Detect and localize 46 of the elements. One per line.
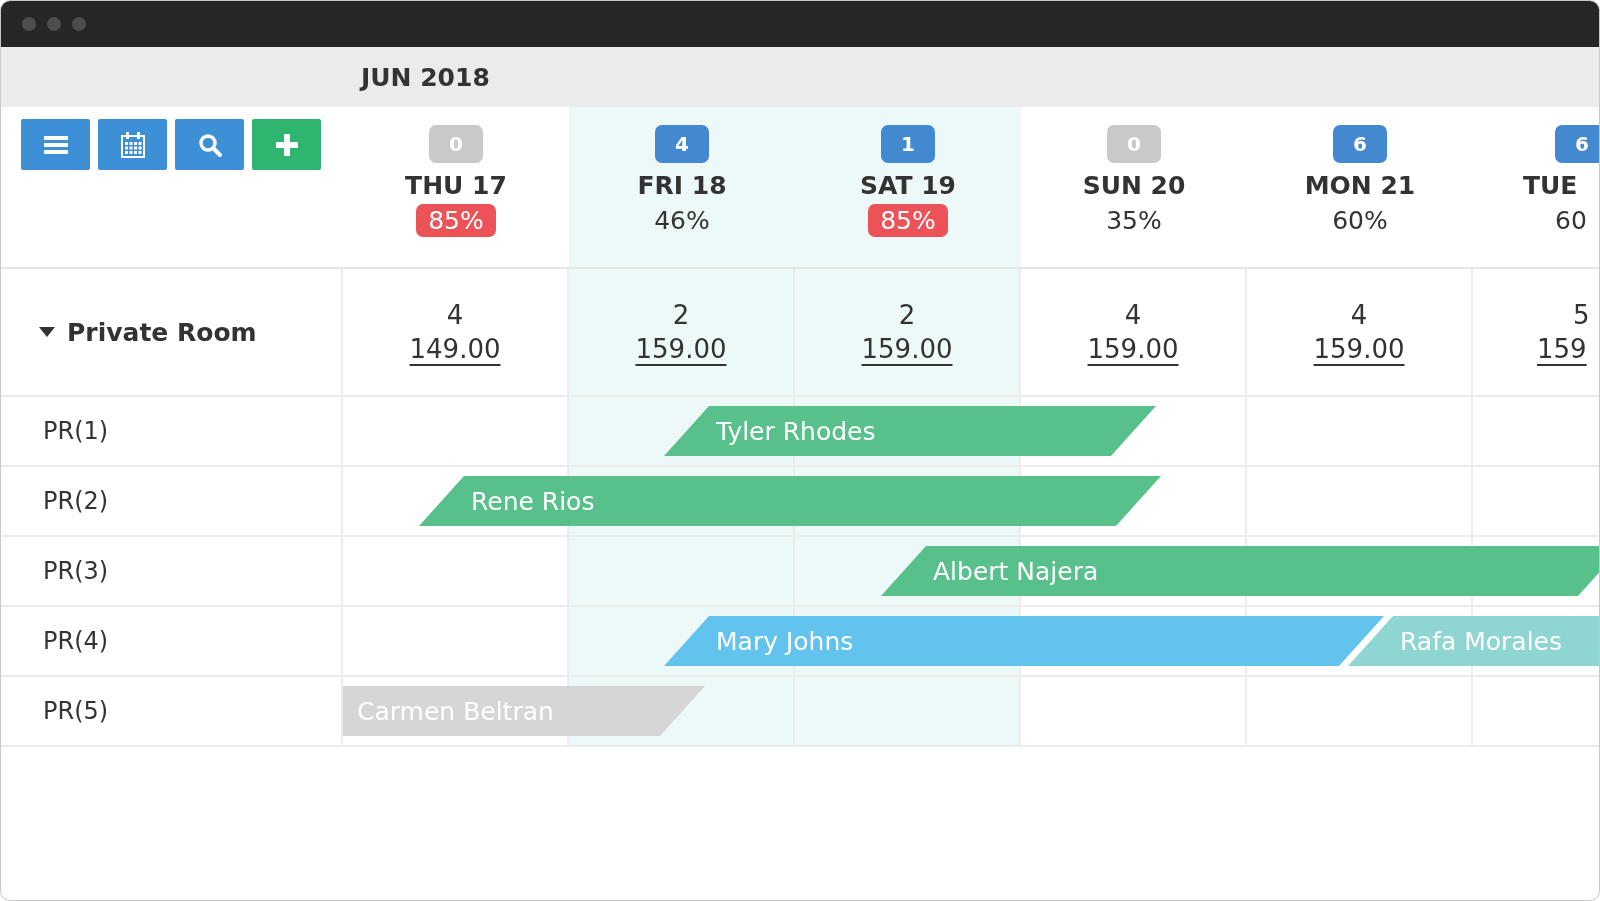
day-label: SUN 20 <box>1082 171 1186 200</box>
room-label: PR(2) <box>42 487 109 515</box>
day-label: TUE <box>1523 171 1578 200</box>
day-label: MON 21 <box>1304 171 1416 200</box>
occupancy-label: 35% <box>1105 205 1163 237</box>
add-button[interactable] <box>252 119 321 170</box>
occupancy-label: 60 <box>1554 205 1588 237</box>
day-label: THU 17 <box>405 171 507 200</box>
count-badge: 6 <box>1333 125 1387 163</box>
occupancy-label: 60% <box>1331 205 1389 237</box>
price-link[interactable]: 159 <box>1537 334 1587 364</box>
calendar-icon <box>120 131 145 158</box>
availability-count: 4 <box>1124 300 1142 330</box>
window-control-icon[interactable] <box>72 17 86 31</box>
count-badge: 6 <box>1555 125 1599 163</box>
room-label: PR(3) <box>42 557 109 585</box>
room-type-toggle[interactable]: Private Room <box>39 317 257 347</box>
month-label: JUN 2018 <box>361 62 490 92</box>
plus-icon <box>274 132 299 157</box>
price-link[interactable]: 159.00 <box>1313 334 1405 364</box>
count-badge: 1 <box>881 125 935 163</box>
search-icon <box>197 132 222 157</box>
day-label: SAT 19 <box>860 171 956 200</box>
availability-count: 4 <box>446 300 464 330</box>
menu-button[interactable] <box>21 119 90 170</box>
room-label: PR(1) <box>42 417 109 445</box>
count-badge: 4 <box>655 125 709 163</box>
occupancy-label: 85% <box>868 204 948 237</box>
availability-count: 2 <box>672 300 690 330</box>
day-label: FRI 18 <box>637 171 727 200</box>
price-link[interactable]: 149.00 <box>409 334 501 364</box>
availability-count: 2 <box>898 300 916 330</box>
price-link[interactable]: 159.00 <box>1087 334 1179 364</box>
calendar-button[interactable] <box>98 119 167 170</box>
room-label: PR(4) <box>42 627 109 655</box>
occupancy-label: 46% <box>653 205 711 237</box>
availability-count: 4 <box>1350 300 1368 330</box>
room-label: PR(5) <box>42 697 109 725</box>
window-control-icon[interactable] <box>47 17 61 31</box>
occupancy-label: 85% <box>416 204 496 237</box>
price-link[interactable]: 159.00 <box>861 334 953 364</box>
menu-icon <box>43 134 68 155</box>
price-link[interactable]: 159.00 <box>635 334 727 364</box>
search-button[interactable] <box>175 119 244 170</box>
window-control-icon[interactable] <box>22 17 36 31</box>
availability-count: 5 <box>1573 300 1590 330</box>
